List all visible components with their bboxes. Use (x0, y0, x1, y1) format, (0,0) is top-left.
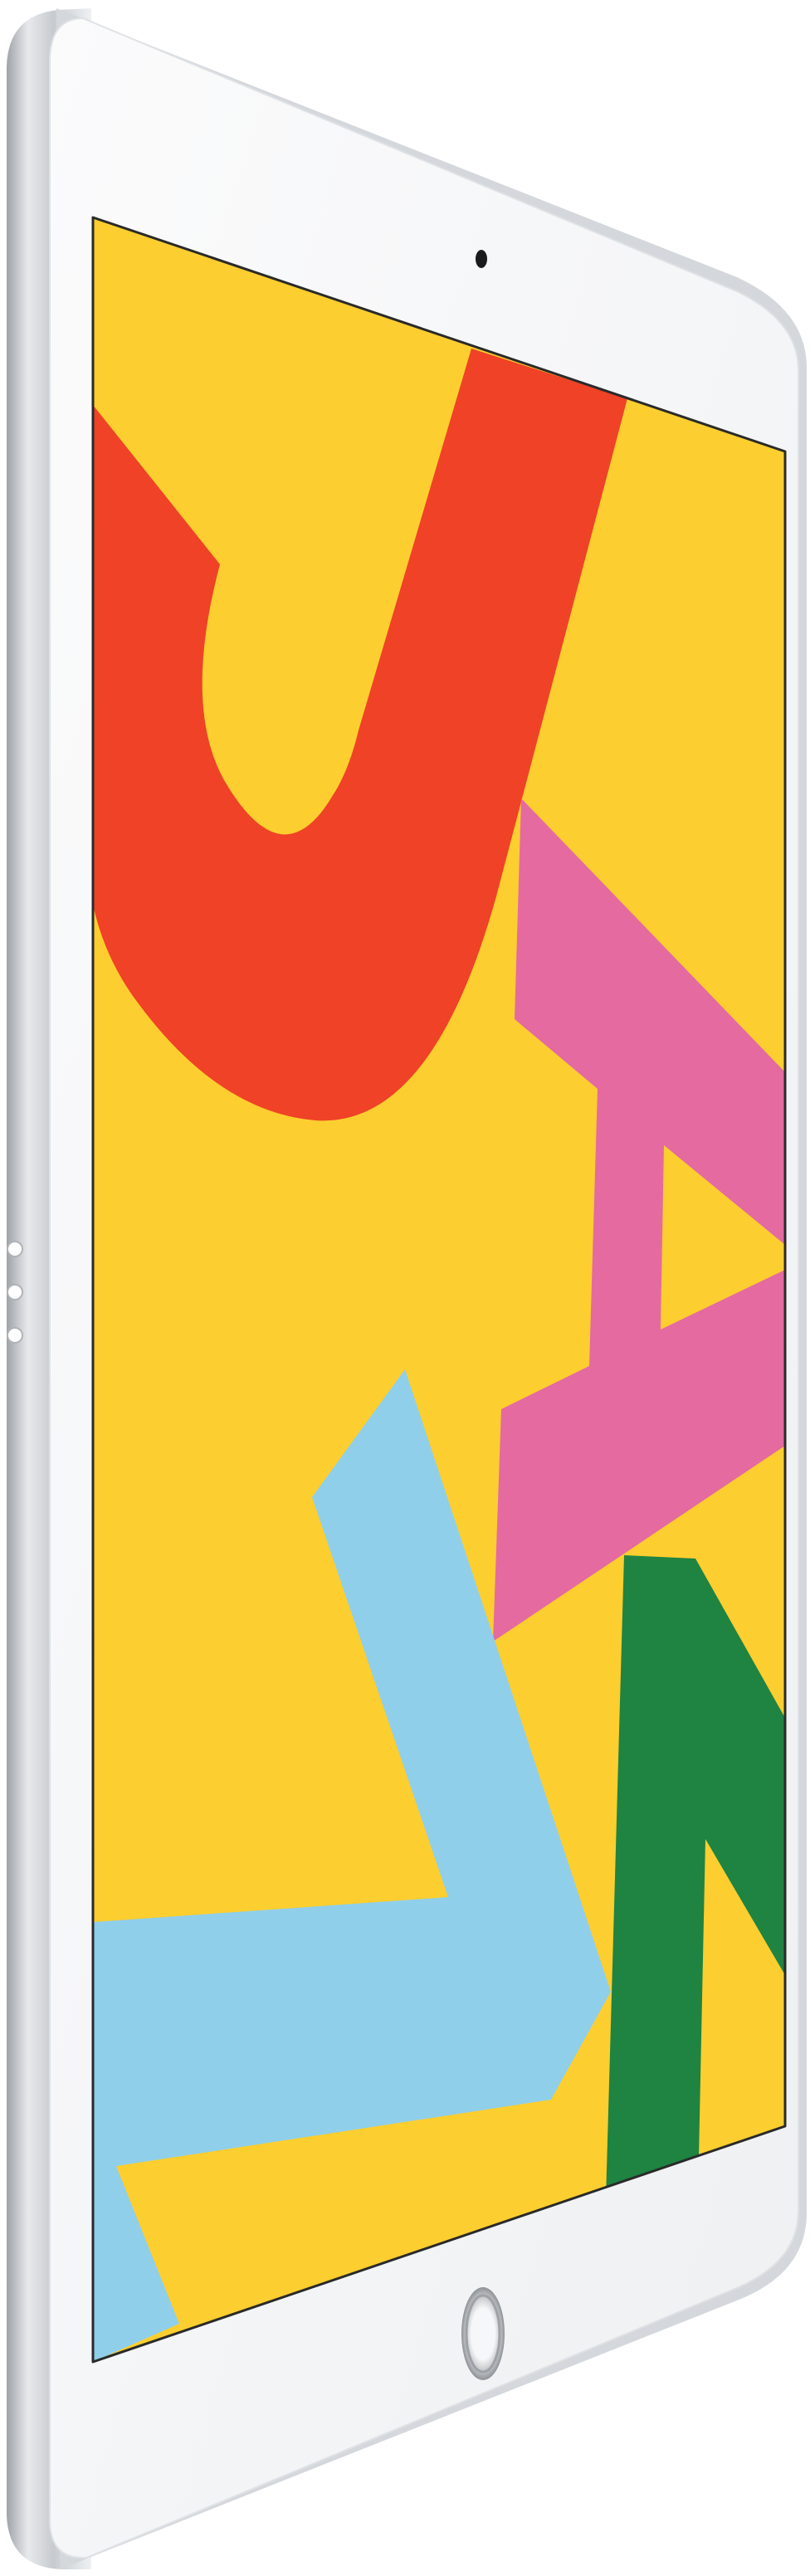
tablet-device (7, 8, 807, 2569)
front-camera-icon (476, 250, 487, 268)
product-photo (0, 0, 810, 2576)
screen (93, 217, 785, 2362)
home-button-icon[interactable] (461, 2287, 505, 2380)
